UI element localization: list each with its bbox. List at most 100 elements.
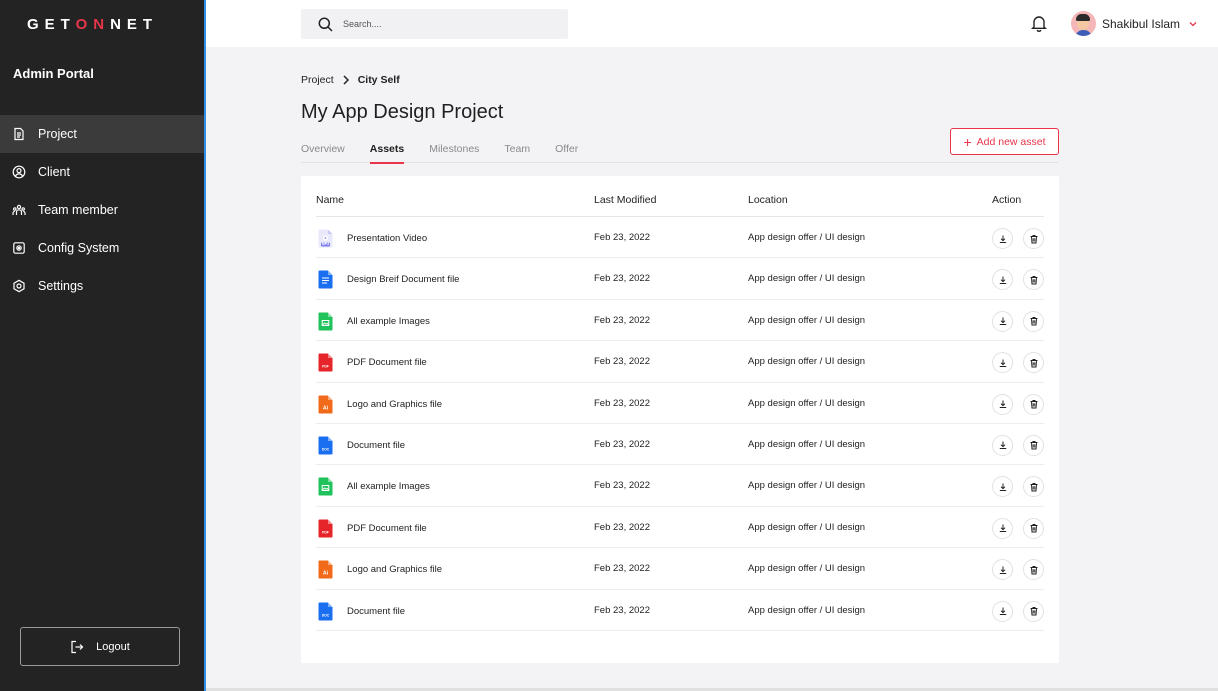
sidebar-item-client[interactable]: Client xyxy=(0,153,204,191)
download-button[interactable] xyxy=(992,476,1013,498)
delete-button[interactable] xyxy=(1023,517,1044,539)
asset-location: App design offer / UI design xyxy=(748,480,866,492)
download-icon xyxy=(999,276,1006,284)
breadcrumb-parent[interactable]: Project xyxy=(301,74,334,86)
table-row[interactable]: DOC Document file Feb 23, 2022 App design o… xyxy=(316,590,1044,631)
asset-last-modified: Feb 23, 2022 xyxy=(594,480,650,492)
sidebar-item-team-member[interactable]: Team member xyxy=(0,191,204,229)
user-circle-icon xyxy=(12,165,26,179)
file-badge-text: DOC xyxy=(322,447,330,451)
image-file-icon xyxy=(318,312,333,331)
download-button[interactable] xyxy=(992,434,1013,456)
asset-name[interactable]: All example Images xyxy=(347,316,430,327)
delete-button[interactable] xyxy=(1023,559,1044,581)
asset-name[interactable]: PDF Document file xyxy=(347,523,427,534)
sidebar-item-label: Client xyxy=(38,165,70,179)
logo-text-start: GET xyxy=(27,16,76,33)
logo-text-accent: ON xyxy=(75,16,111,33)
table-row[interactable]: All example Images Feb 23, 2022 App design… xyxy=(316,465,1044,507)
download-button[interactable] xyxy=(992,393,1013,415)
delete-button[interactable] xyxy=(1023,269,1044,291)
asset-location: App design offer / UI design xyxy=(748,604,866,616)
delete-button[interactable] xyxy=(1023,600,1044,622)
logout-button[interactable]: Logout xyxy=(20,627,180,666)
delete-button[interactable] xyxy=(1023,434,1044,456)
asset-location: App design offer / UI design xyxy=(748,314,866,326)
breadcrumb-current: City Self xyxy=(357,74,400,86)
tab-team[interactable]: Team xyxy=(504,140,530,163)
tab-offer[interactable]: Offer xyxy=(555,140,578,163)
asset-last-modified: Feb 23, 2022 xyxy=(594,314,650,326)
asset-name[interactable]: All example Images xyxy=(347,481,430,492)
table-row[interactable]: DOC Document file Feb 23, 2022 App design o… xyxy=(316,424,1044,466)
logout-label: Logout xyxy=(96,640,130,653)
download-icon xyxy=(999,566,1006,574)
file-badge-text: DOC xyxy=(322,613,330,617)
asset-name[interactable]: Logo and Graphics file xyxy=(347,399,442,410)
avatar-hair xyxy=(1076,14,1090,21)
trash-icon xyxy=(1030,482,1037,492)
pdf-file-icon: PDF xyxy=(318,519,333,538)
delete-button[interactable] xyxy=(1023,228,1044,249)
table-header: Name Last Modified Location Action xyxy=(316,176,1044,217)
download-button[interactable] xyxy=(992,559,1013,581)
sidebar-item-settings[interactable]: Settings xyxy=(0,267,204,305)
asset-name[interactable]: Design Breif Document file xyxy=(347,274,459,285)
table-row[interactable]: Ai Logo and Graphics file Feb 23, 2022 App … xyxy=(316,548,1044,590)
download-button[interactable] xyxy=(992,517,1013,539)
asset-name[interactable]: Presentation Video xyxy=(347,233,427,244)
pdf-file-icon: PDF xyxy=(318,353,333,372)
trash-icon xyxy=(1030,400,1037,409)
assets-table: Name Last Modified Location Action MP4 Pr… xyxy=(301,176,1059,663)
notification-bell-icon[interactable] xyxy=(1030,14,1048,32)
add-new-asset-button[interactable]: + Add new asset xyxy=(950,128,1059,155)
team-icon xyxy=(12,203,26,217)
delete-button[interactable] xyxy=(1023,352,1044,374)
download-icon xyxy=(999,400,1006,409)
asset-name[interactable]: Document file xyxy=(347,440,405,451)
table-row[interactable]: MP4 Presentation Video Feb 23, 2022 App des… xyxy=(316,217,1044,259)
tab-milestones[interactable]: Milestones xyxy=(429,140,479,163)
search-box xyxy=(301,9,568,39)
table-row[interactable]: PDF PDF Document file Feb 23, 2022 App desi… xyxy=(316,341,1044,383)
asset-location: App design offer / UI design xyxy=(748,521,866,533)
image-file-icon xyxy=(318,477,333,496)
asset-last-modified: Feb 23, 2022 xyxy=(594,563,650,575)
download-button[interactable] xyxy=(992,600,1013,622)
asset-name[interactable]: Logo and Graphics file xyxy=(347,564,442,575)
file-badge-text: MP4 xyxy=(322,242,329,246)
table-row[interactable]: All example Images Feb 23, 2022 App design… xyxy=(316,300,1044,342)
tab-assets[interactable]: Assets xyxy=(369,140,405,164)
sidebar-item-config-system[interactable]: Config System xyxy=(0,229,204,267)
asset-last-modified: Feb 23, 2022 xyxy=(594,438,650,450)
add-new-asset-label: Add new asset xyxy=(976,135,1046,148)
asset-name[interactable]: Document file xyxy=(347,606,405,617)
search-input[interactable] xyxy=(343,19,543,29)
delete-button[interactable] xyxy=(1023,310,1044,332)
table-row[interactable]: Ai Logo and Graphics file Feb 23, 2022 App … xyxy=(316,383,1044,424)
search-icon xyxy=(318,17,333,32)
download-icon xyxy=(999,441,1006,450)
delete-button[interactable] xyxy=(1023,476,1044,498)
sidebar-item-label: Team member xyxy=(38,203,118,217)
table-row[interactable]: PDF PDF Document file Feb 23, 2022 App desi… xyxy=(316,507,1044,549)
asset-name[interactable]: PDF Document file xyxy=(347,357,427,368)
column-header-location: Location xyxy=(748,194,788,206)
asset-last-modified: Feb 23, 2022 xyxy=(594,273,650,285)
user-menu[interactable]: Shakibul Islam xyxy=(1071,11,1198,36)
asset-location: App design offer / UI design xyxy=(748,438,866,450)
brand-logo[interactable]: GETONNET xyxy=(27,16,158,33)
tab-overview[interactable]: Overview xyxy=(301,140,345,163)
download-button[interactable] xyxy=(992,228,1013,249)
download-button[interactable] xyxy=(992,352,1013,374)
delete-button[interactable] xyxy=(1023,393,1044,415)
table-row[interactable]: Design Breif Document file Feb 23, 2022 Ap… xyxy=(316,258,1044,300)
trash-icon xyxy=(1030,275,1037,285)
download-button[interactable] xyxy=(992,310,1013,332)
download-button[interactable] xyxy=(992,269,1013,291)
doc-file-icon: DOC xyxy=(318,602,333,621)
file-badge-text: Ai xyxy=(323,405,329,411)
avatar-body xyxy=(1075,30,1092,36)
portal-title: Admin Portal xyxy=(13,66,94,81)
sidebar-item-project[interactable]: Project xyxy=(0,115,204,153)
